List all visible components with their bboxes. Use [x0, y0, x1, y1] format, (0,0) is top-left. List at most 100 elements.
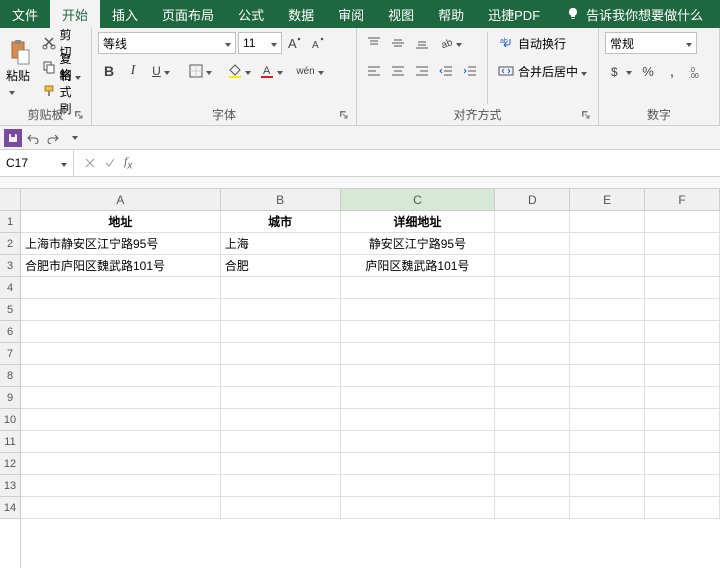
cell[interactable]	[495, 497, 570, 519]
align-top-button[interactable]	[363, 32, 385, 54]
align-bottom-button[interactable]	[411, 32, 433, 54]
font-dialog-launcher[interactable]	[338, 109, 350, 121]
cell[interactable]	[221, 453, 341, 475]
cell[interactable]	[495, 453, 570, 475]
cancel-formula-button[interactable]	[84, 154, 96, 171]
redo-button[interactable]	[44, 129, 62, 147]
row-header[interactable]: 14	[0, 497, 20, 519]
cell[interactable]	[221, 409, 341, 431]
cell[interactable]	[221, 343, 341, 365]
cell[interactable]	[495, 255, 570, 277]
column-header-b[interactable]: B	[221, 189, 341, 211]
tab-data[interactable]: 数据	[276, 0, 326, 28]
tab-file[interactable]: 文件	[0, 0, 50, 28]
cell[interactable]	[21, 431, 221, 453]
paste-button[interactable]: 粘贴	[6, 32, 34, 104]
column-header-a[interactable]: A	[21, 189, 221, 211]
align-center-button[interactable]	[387, 60, 409, 82]
row-header[interactable]: 1	[0, 211, 20, 233]
cell[interactable]	[221, 321, 341, 343]
increase-font-button[interactable]: A	[284, 32, 306, 54]
cell[interactable]	[570, 431, 645, 453]
cell[interactable]	[21, 497, 221, 519]
row-header[interactable]: 6	[0, 321, 20, 343]
cell[interactable]: 地址	[21, 211, 221, 233]
cell[interactable]	[21, 387, 221, 409]
align-middle-button[interactable]	[387, 32, 409, 54]
column-header-f[interactable]: F	[645, 189, 720, 211]
tab-review[interactable]: 审阅	[326, 0, 376, 28]
cell[interactable]	[570, 299, 645, 321]
cell[interactable]	[341, 343, 496, 365]
font-color-button[interactable]: A	[256, 60, 286, 82]
cell[interactable]	[21, 321, 221, 343]
cell[interactable]	[495, 431, 570, 453]
tab-help[interactable]: 帮助	[426, 0, 476, 28]
bold-button[interactable]: B	[98, 60, 120, 82]
name-box[interactable]: C17	[0, 150, 74, 176]
cell[interactable]	[645, 453, 720, 475]
row-header[interactable]: 8	[0, 365, 20, 387]
tab-home[interactable]: 开始	[50, 0, 100, 28]
cell[interactable]	[495, 321, 570, 343]
qat-customize-button[interactable]	[64, 129, 82, 147]
tab-layout[interactable]: 页面布局	[150, 0, 226, 28]
cell[interactable]	[570, 365, 645, 387]
cell[interactable]: 上海市静安区江宁路95号	[21, 233, 221, 255]
cell[interactable]	[495, 211, 570, 233]
column-header-d[interactable]: D	[495, 189, 570, 211]
cell[interactable]	[341, 453, 496, 475]
orientation-button[interactable]: ab	[435, 32, 465, 54]
align-right-button[interactable]	[411, 60, 433, 82]
cell[interactable]	[495, 277, 570, 299]
tab-view[interactable]: 视图	[376, 0, 426, 28]
italic-button[interactable]: I	[122, 60, 144, 82]
cell[interactable]	[21, 299, 221, 321]
cell[interactable]	[645, 255, 720, 277]
cell[interactable]	[341, 431, 496, 453]
cell[interactable]	[645, 277, 720, 299]
cell[interactable]	[645, 431, 720, 453]
underline-button[interactable]: U	[146, 60, 176, 82]
font-name-combo[interactable]: 等线	[98, 32, 236, 54]
cell[interactable]	[645, 409, 720, 431]
cell[interactable]	[21, 365, 221, 387]
column-header-c[interactable]: C	[341, 189, 496, 211]
row-header[interactable]: 13	[0, 475, 20, 497]
border-button[interactable]	[185, 60, 215, 82]
cell[interactable]	[221, 431, 341, 453]
cell[interactable]	[570, 475, 645, 497]
tab-insert[interactable]: 插入	[100, 0, 150, 28]
cell[interactable]: 合肥市庐阳区魏武路101号	[21, 255, 221, 277]
cell[interactable]	[221, 365, 341, 387]
cell[interactable]	[495, 409, 570, 431]
fx-button[interactable]: fx	[124, 154, 132, 171]
cell[interactable]	[645, 299, 720, 321]
cell[interactable]	[341, 475, 496, 497]
row-header[interactable]: 5	[0, 299, 20, 321]
percent-button[interactable]: %	[637, 60, 659, 82]
cell[interactable]	[570, 321, 645, 343]
cell[interactable]	[221, 387, 341, 409]
cell[interactable]	[21, 343, 221, 365]
cell[interactable]	[21, 409, 221, 431]
cell[interactable]	[341, 277, 496, 299]
row-header[interactable]: 10	[0, 409, 20, 431]
row-header[interactable]: 11	[0, 431, 20, 453]
cell[interactable]	[495, 475, 570, 497]
cell[interactable]: 详细地址	[341, 211, 496, 233]
cell[interactable]	[645, 475, 720, 497]
cell[interactable]	[645, 365, 720, 387]
cell[interactable]	[341, 409, 496, 431]
cell[interactable]	[495, 233, 570, 255]
enter-formula-button[interactable]	[104, 154, 116, 171]
row-header[interactable]: 4	[0, 277, 20, 299]
decrease-indent-button[interactable]	[435, 60, 457, 82]
cell[interactable]	[570, 277, 645, 299]
format-painter-button[interactable]: 格式刷	[38, 80, 85, 102]
fill-color-button[interactable]	[224, 60, 254, 82]
cell[interactable]	[570, 387, 645, 409]
cell[interactable]	[645, 343, 720, 365]
cell[interactable]	[341, 497, 496, 519]
merge-center-button[interactable]: 合并后居中	[494, 60, 591, 82]
